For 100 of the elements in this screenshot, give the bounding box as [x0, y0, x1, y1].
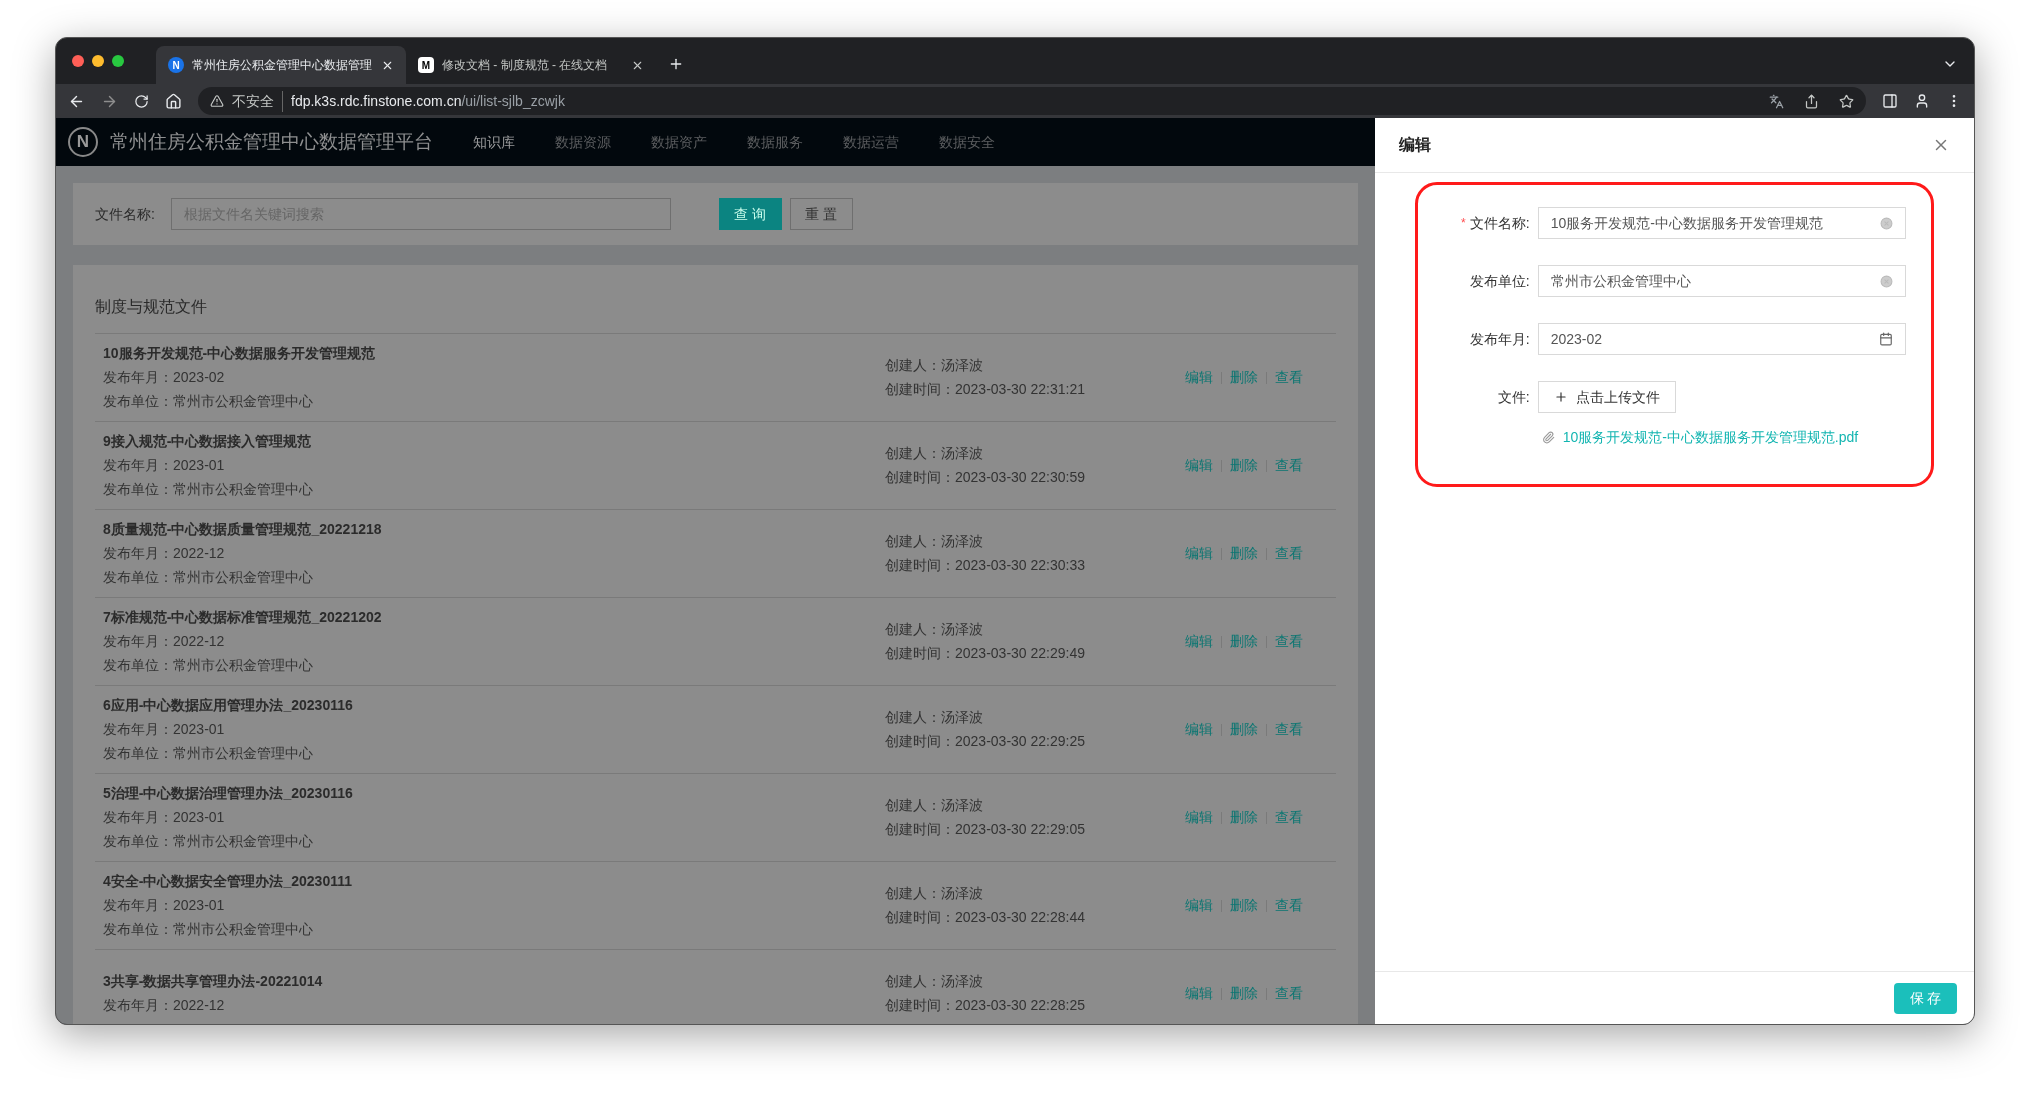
zoom-window-button[interactable] [112, 55, 124, 67]
search-label: 文件名称: [95, 204, 155, 224]
drawer-title: 编辑 [1398, 135, 1431, 155]
action-link[interactable]: 查看 [1275, 543, 1303, 564]
creator: 创建人：汤泽波 [885, 972, 984, 991]
url-text: fdp.k3s.rdc.finstone.com.cn/ui/list-sjlb_zcwjk [291, 91, 565, 111]
action-link[interactable]: 删除 [1230, 455, 1258, 476]
created-time: 创建时间：2023-03-30 22:28:44 [885, 908, 1086, 927]
action-link[interactable]: 查看 [1275, 719, 1303, 740]
creator: 创建人：汤泽波 [885, 356, 984, 375]
publish-date: 发布年月：2023-01 [103, 456, 226, 475]
query-button[interactable]: 查 询 [718, 198, 782, 230]
action-link[interactable]: 删除 [1230, 719, 1258, 740]
nav-item[interactable]: 数据运营 [843, 131, 899, 153]
creator: 创建人：汤泽波 [885, 532, 984, 551]
action-link[interactable]: 查看 [1275, 367, 1303, 388]
nav-item[interactable]: 数据服务 [747, 131, 803, 153]
action-link[interactable]: 编辑 [1185, 807, 1213, 828]
creator: 创建人：汤泽波 [885, 444, 984, 463]
publish-unit: 发布单位：常州市公积金管理中心 [103, 744, 314, 763]
publish-date: 发布年月：2022-12 [103, 996, 226, 1015]
home-icon[interactable] [165, 92, 182, 110]
calendar-icon[interactable] [1878, 332, 1893, 346]
action-link[interactable]: 查看 [1275, 807, 1303, 828]
action-link[interactable]: 删除 [1230, 367, 1258, 388]
created-time: 创建时间：2023-03-30 22:29:49 [885, 644, 1086, 663]
app-title: 常州住房公积金管理中心数据管理平台 [110, 129, 433, 154]
action-link[interactable]: 查看 [1275, 983, 1303, 1004]
creator: 创建人：汤泽波 [885, 708, 984, 727]
warning-icon [210, 94, 224, 108]
file-name: 4安全-中心数据安全管理办法_20230111 [103, 872, 353, 891]
publish-unit: 发布单位：常州市公积金管理中心 [103, 656, 314, 675]
creator: 创建人：汤泽波 [885, 620, 984, 639]
minimize-window-button[interactable] [92, 55, 104, 67]
close-window-button[interactable] [72, 55, 84, 67]
tab-favicon: M [418, 57, 434, 73]
bookmark-star-icon[interactable] [1839, 93, 1854, 109]
action-link[interactable]: 删除 [1230, 543, 1258, 564]
created-time: 创建时间：2023-03-30 22:30:33 [885, 556, 1086, 575]
action-link[interactable]: 编辑 [1185, 631, 1213, 652]
side-panel-icon[interactable] [1882, 93, 1898, 109]
save-button[interactable]: 保 存 [1894, 982, 1957, 1014]
nav-item[interactable]: 知识库 [473, 131, 515, 153]
action-link[interactable]: 编辑 [1185, 719, 1213, 740]
action-link[interactable]: 删除 [1230, 631, 1258, 652]
security-label: 不安全 [232, 90, 283, 112]
upload-button[interactable]: 点击上传文件 [1537, 381, 1676, 413]
created-time: 创建时间：2023-03-30 22:29:25 [885, 732, 1086, 751]
publish-date: 发布年月：2023-01 [103, 808, 226, 827]
file-name: 10服务开发规范-中心数据服务开发管理规范 [103, 344, 377, 363]
action-link[interactable]: 删除 [1230, 983, 1258, 1004]
publish-date: 发布年月：2023-01 [103, 720, 226, 739]
nav-item[interactable]: 数据安全 [939, 131, 995, 153]
action-link[interactable]: 编辑 [1185, 367, 1213, 388]
new-tab-icon[interactable] [668, 56, 684, 72]
creator: 创建人：汤泽波 [885, 884, 984, 903]
publish-date: 发布年月：2023-01 [103, 896, 226, 915]
share-icon[interactable] [1804, 93, 1819, 109]
nav-item[interactable]: 数据资源 [555, 131, 611, 153]
field-label: 文件名称: [1469, 213, 1530, 233]
publish-unit: 发布单位：常州市公积金管理中心 [103, 480, 314, 499]
list-title: 制度与规范文件 [95, 265, 1336, 334]
file-link[interactable]: 10服务开发规范-中心数据服务开发管理规范.pdf [1562, 427, 1859, 448]
tab-favicon: N [168, 57, 184, 73]
action-link[interactable]: 编辑 [1185, 983, 1213, 1004]
action-link[interactable]: 删除 [1230, 895, 1258, 916]
created-time: 创建时间：2023-03-30 22:31:21 [885, 380, 1086, 399]
text-field[interactable]: 常州市公积金管理中心 [1537, 265, 1906, 297]
translate-icon[interactable] [1769, 93, 1784, 109]
file-name: 3共享-数据共享管理办法-20221014 [103, 972, 324, 991]
reload-icon[interactable] [134, 93, 149, 109]
publish-unit: 发布单位：常州市公积金管理中心 [103, 832, 314, 851]
field-label: 文件: [1497, 387, 1530, 407]
created-time: 创建时间：2023-03-30 22:28:25 [885, 996, 1086, 1015]
tab-title: 修改文档 - 制度规范 - 在线文档 [442, 57, 609, 74]
action-link[interactable]: 编辑 [1185, 543, 1213, 564]
profile-icon[interactable] [1914, 93, 1930, 109]
reset-button[interactable]: 重 置 [789, 198, 853, 230]
action-link[interactable]: 编辑 [1185, 895, 1213, 916]
created-time: 创建时间：2023-03-30 22:30:59 [885, 468, 1086, 487]
action-link[interactable]: 查看 [1275, 895, 1303, 916]
address-bar[interactable]: 不安全 fdp.k3s.rdc.finstone.com.cn/ui/list-sjlb_zcwjk [198, 87, 1866, 115]
action-link[interactable]: 删除 [1230, 807, 1258, 828]
attachment-icon [1541, 431, 1555, 444]
app-logo: N [68, 127, 98, 157]
action-link[interactable]: 查看 [1275, 455, 1303, 476]
action-link[interactable]: 编辑 [1185, 455, 1213, 476]
browser-tab[interactable]: M 修改文档 - 制度规范 - 在线文档 [406, 46, 656, 84]
browser-tab[interactable]: N 常州住房公积金管理中心数据管理 [156, 46, 406, 84]
action-link[interactable]: 查看 [1275, 631, 1303, 652]
publish-date: 发布年月：2022-12 [103, 544, 226, 563]
publish-unit: 发布单位：常州市公积金管理中心 [103, 392, 314, 411]
file-name: 9接入规范-中心数据接入管理规范 [103, 432, 313, 451]
creator: 创建人：汤泽波 [885, 796, 984, 815]
field-label: 发布单位: [1469, 271, 1530, 291]
nav-item[interactable]: 数据资产 [651, 131, 707, 153]
text-field[interactable]: 10服务开发规范-中心数据服务开发管理规范 [1537, 207, 1906, 239]
publish-date: 发布年月：2022-12 [103, 632, 226, 651]
date-field[interactable]: 2023-02 [1537, 323, 1906, 355]
file-name: 7标准规范-中心数据标准管理规范_20221202 [103, 608, 383, 627]
